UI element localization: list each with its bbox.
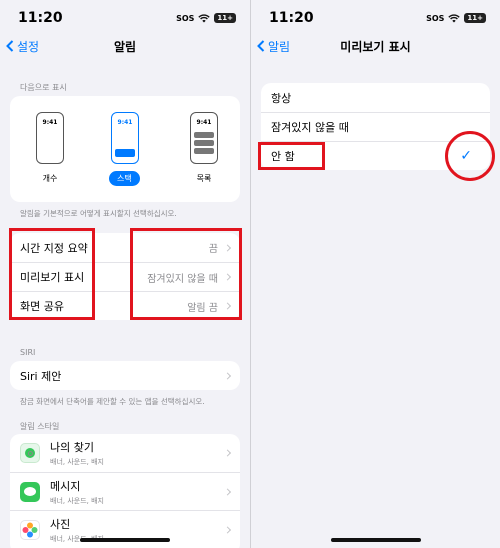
apps-card: 나의 찾기 배너, 사운드, 배지 메시지 배너, 사운드, 배지 사진 배너,… (10, 434, 240, 548)
nav-bar: 설정 알림 (0, 36, 250, 56)
page-title: 미리보기 표시 (340, 39, 411, 54)
battery-indicator: 11+ (214, 13, 236, 23)
messages-icon (20, 481, 40, 502)
page-title: 알림 (113, 39, 137, 54)
status-time: 11:20 (18, 10, 63, 26)
siri-header: SIRI (20, 348, 36, 357)
list-item[interactable]: 사진 배너, 사운드, 배지 (10, 510, 240, 548)
back-label: 알림 (268, 39, 291, 54)
display-as-card: 9:41 개수 9:41 스택 9:41 목록 (10, 96, 240, 202)
stack-option-label: 스택 (109, 171, 140, 186)
app-name: 사진 (50, 517, 71, 531)
chevron-right-icon (223, 371, 232, 380)
chevron-right-icon (223, 487, 232, 496)
chevron-right-icon (223, 525, 232, 534)
back-label: 설정 (17, 39, 40, 54)
row-label: Siri 제안 (20, 369, 62, 383)
notifications-screen: 11:20 SOS 11+ 설정 알림 다음으로 표시 9:41 개수 9:41… (0, 0, 250, 548)
app-name: 메시지 (50, 479, 81, 493)
app-subtitle: 배너, 사운드, 배지 (50, 458, 104, 466)
notification-style-header: 알림 스타일 (20, 422, 60, 431)
option-always[interactable]: 항상 (261, 83, 490, 112)
home-indicator (331, 538, 421, 542)
count-option[interactable]: 9:41 (36, 112, 64, 164)
siri-footer: 잠금 화면에서 단축어를 제안할 수 있는 앱을 선택하십시오. (20, 397, 205, 406)
option-label: 항상 (271, 91, 292, 105)
find-my-icon (20, 443, 40, 463)
list-option-label: 목록 (196, 174, 212, 183)
status-time: 11:20 (269, 10, 314, 26)
display-as-footer: 알림을 기본적으로 어떻게 표시할지 선택하십시오. (20, 209, 177, 218)
photos-icon (20, 519, 40, 540)
wifi-icon (198, 13, 211, 22)
siri-card: Siri 제안 (10, 361, 240, 390)
chevron-left-icon (257, 40, 265, 52)
chevron-left-icon (6, 40, 14, 52)
sos-indicator: SOS (426, 13, 445, 23)
values-highlight-box (130, 228, 242, 320)
never-highlight-box (258, 142, 325, 170)
back-button[interactable]: 알림 (257, 38, 290, 55)
battery-indicator: 11+ (464, 13, 486, 23)
status-bar: 11:20 SOS 11+ (18, 8, 236, 28)
stack-preview (115, 149, 135, 157)
back-button[interactable]: 설정 (6, 38, 39, 55)
show-previews-screen: 11:20 SOS 11+ 알림 미리보기 표시 항상 잠겨있지 않을 때 안 … (250, 0, 500, 548)
labels-highlight-box (9, 228, 95, 320)
checkmark-highlight-circle (445, 131, 495, 181)
list-item[interactable]: 나의 찾기 배너, 사운드, 배지 (10, 434, 240, 472)
status-bar: 11:20 SOS 11+ (269, 8, 486, 28)
chevron-right-icon (223, 449, 232, 457)
sos-indicator: SOS (176, 13, 195, 23)
option-label: 잠겨있지 않을 때 (271, 121, 349, 134)
stack-option[interactable]: 9:41 (111, 112, 139, 164)
count-option-label: 개수 (42, 174, 58, 183)
home-indicator (80, 538, 170, 542)
list-option[interactable]: 9:41 (190, 112, 218, 164)
app-subtitle: 배너, 사운드, 배지 (50, 496, 104, 505)
display-as-header: 다음으로 표시 (20, 83, 67, 92)
wifi-icon (448, 13, 461, 22)
list-item[interactable]: 메시지 배너, 사운드, 배지 (10, 472, 240, 510)
siri-suggestions-row[interactable]: Siri 제안 (10, 361, 240, 390)
app-name: 나의 찾기 (50, 441, 94, 454)
nav-bar: 알림 미리보기 표시 (251, 36, 500, 56)
